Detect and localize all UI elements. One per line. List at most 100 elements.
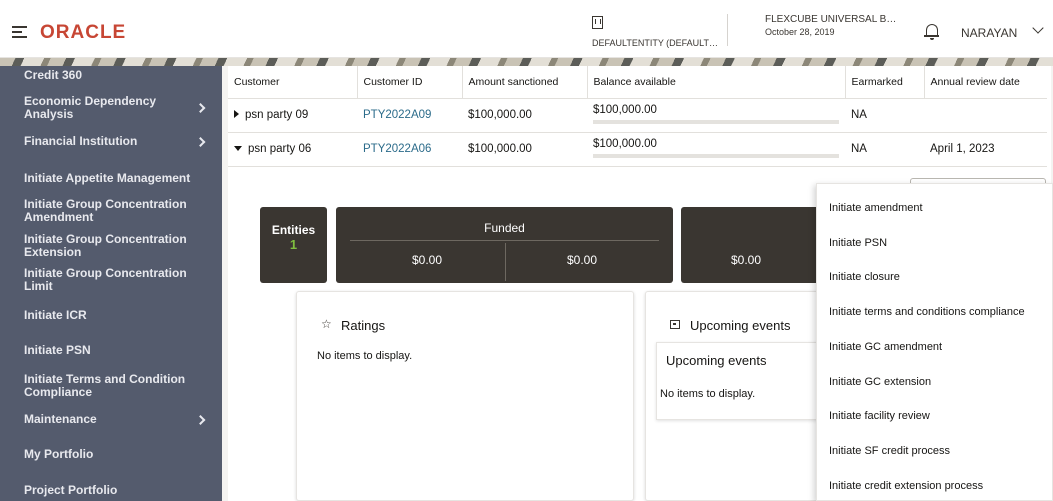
caret-right-icon[interactable]	[234, 110, 239, 118]
balance-bar	[593, 119, 839, 124]
menu-item-initiate-tc-compliance[interactable]: Initiate terms and conditions compliance	[829, 306, 1025, 318]
review-date-cell	[924, 98, 1047, 133]
sidebar-item-label: My Portfolio	[24, 447, 94, 461]
table-row[interactable]: psn party 09 PTY2022A09 $100,000.00 $100…	[228, 98, 1047, 133]
balance-value: $100,000.00	[593, 103, 657, 116]
column-header[interactable]: Customer	[228, 66, 358, 99]
menu-item-initiate-closure[interactable]: Initiate closure	[829, 271, 900, 283]
hamburger-icon[interactable]	[12, 26, 27, 38]
menu-item-initiate-sf-credit[interactable]: Initiate SF credit process	[829, 445, 950, 457]
earmarked-cell: NA	[845, 132, 924, 167]
balance-cell: $100,000.00	[587, 132, 845, 167]
funded-separator	[505, 243, 506, 281]
column-header[interactable]: Earmarked	[845, 66, 925, 99]
sidebar-item-label: Initiate ICR	[24, 308, 87, 322]
sidebar-item-label: Initiate Terms and Condition Compliance	[24, 372, 186, 399]
table-header-row: Customer Customer ID Amount sanctioned B…	[228, 66, 1047, 99]
sidebar-item-label: Financial Institution	[24, 134, 138, 148]
sidebar-item-credit-360[interactable]: Credit 360	[24, 69, 202, 82]
review-date-cell: April 1, 2023	[924, 132, 1047, 167]
app-name[interactable]: FLEXCUBE UNIVERSAL B…	[765, 14, 896, 25]
sidebar-item-maintenance[interactable]: Maintenance	[24, 412, 206, 426]
user-menu[interactable]: NARAYAN	[961, 26, 1017, 40]
header-divider	[727, 14, 728, 46]
sidebar-item-label: Initiate Group Concentration Limit	[24, 266, 187, 293]
table-row[interactable]: psn party 06 PTY2022A06 $100,000.00 $100…	[228, 132, 1047, 167]
app-date: October 28, 2019	[765, 27, 835, 37]
events-title: Upcoming events	[690, 318, 791, 333]
sidebar-item-label: Maintenance	[24, 412, 97, 426]
column-header[interactable]: Balance available	[587, 66, 846, 99]
actions-menu: Initiate amendment Initiate PSN Initiate…	[816, 183, 1053, 501]
ratings-panel: ☆ Ratings No items to display.	[296, 291, 634, 501]
balance-value: $100,000.00	[593, 137, 657, 150]
earmarked-cell: NA	[845, 98, 924, 133]
entity-selector[interactable]: DEFAULTENTITY (DEFAULT…	[592, 12, 720, 50]
amount-cell: $100,000.00	[462, 132, 587, 167]
amount-cell: $100,000.00	[462, 98, 587, 133]
sidebar-item-icr[interactable]: Initiate ICR	[24, 309, 202, 322]
funded-label: Funded	[484, 221, 525, 235]
chevron-down-icon[interactable]	[1032, 22, 1044, 34]
sidebar-item-appetite[interactable]: Initiate Appetite Management	[24, 172, 202, 185]
customer-name: psn party 06	[248, 143, 312, 155]
events-empty-text: No items to display.	[660, 388, 756, 400]
customer-id-cell[interactable]: PTY2022A06	[357, 132, 462, 167]
sidebar-item-my-portfolio[interactable]: My Portfolio	[24, 448, 202, 461]
column-header[interactable]: Annual review date	[924, 66, 1047, 99]
ratings-title: Ratings	[341, 318, 386, 333]
menu-item-initiate-facility-review[interactable]: Initiate facility review	[829, 410, 930, 422]
column-header[interactable]: Amount sanctioned	[462, 66, 588, 99]
star-icon: ☆	[321, 317, 332, 331]
sidebar-item-gc-extension[interactable]: Initiate Group Concentration Extension	[24, 233, 202, 259]
menu-item-initiate-gc-extension[interactable]: Initiate GC extension	[829, 376, 931, 388]
entity-label: DEFAULTENTITY (DEFAULT…	[592, 38, 719, 48]
customer-id-link[interactable]: PTY2022A06	[363, 143, 431, 155]
app-header: ORACLE DEFAULTENTITY (DEFAULT… FLEXCUBE …	[0, 0, 1053, 58]
sidebar-item-label: Initiate Appetite Management	[24, 171, 191, 185]
menu-item-initiate-credit-extension[interactable]: Initiate credit extension process	[829, 480, 983, 492]
menu-item-initiate-gc-amendment[interactable]: Initiate GC amendment	[829, 341, 942, 353]
balance-bar	[593, 153, 839, 158]
decorative-band	[0, 58, 1053, 66]
events-subpanel: Upcoming events No items to display.	[656, 342, 826, 420]
entities-value: 1	[289, 237, 298, 252]
sidebar-item-label: Initiate PSN	[24, 343, 91, 357]
sidebar-item-psn[interactable]: Initiate PSN	[24, 344, 202, 357]
funded-value: $0.00	[567, 253, 598, 267]
customer-cell[interactable]: psn party 06	[228, 132, 357, 167]
calendar-icon	[670, 320, 680, 329]
summary-tile: $0.00	[681, 207, 831, 283]
bell-icon[interactable]	[924, 24, 939, 40]
menu-item-initiate-psn[interactable]: Initiate PSN	[829, 237, 887, 249]
customer-id-cell[interactable]: PTY2022A09	[357, 98, 462, 133]
customer-cell[interactable]: psn party 09	[228, 98, 357, 133]
sidebar: Credit 360 Economic Dependency Analysis …	[0, 66, 222, 501]
building-icon	[592, 16, 603, 29]
customer-table: Customer Customer ID Amount sanctioned B…	[228, 66, 1047, 167]
funded-tile: Funded $0.00 $0.00	[336, 207, 673, 283]
sidebar-item-project-portfolio[interactable]: Project Portfolio	[24, 484, 202, 497]
chevron-right-icon	[195, 414, 206, 425]
ratings-empty-text: No items to display.	[317, 350, 413, 362]
column-header[interactable]: Customer ID	[357, 66, 463, 99]
sidebar-item-label: Initiate Group Concentration Amendment	[24, 197, 187, 224]
summary-value: $0.00	[731, 253, 762, 267]
sidebar-item-label: Credit 360	[24, 68, 83, 82]
customer-name: psn party 09	[245, 109, 309, 121]
customer-table-card: Customer Customer ID Amount sanctioned B…	[228, 66, 1051, 171]
sidebar-item-economic-dependency[interactable]: Economic Dependency Analysis	[24, 95, 206, 121]
chevron-right-icon	[195, 136, 206, 147]
entities-label: Entities	[271, 223, 316, 237]
sidebar-item-gc-limit[interactable]: Initiate Group Concentration Limit	[24, 267, 202, 293]
sidebar-item-gc-amendment[interactable]: Initiate Group Concentration Amendment	[24, 198, 202, 224]
sidebar-item-label: Initiate Group Concentration Extension	[24, 232, 187, 259]
chevron-right-icon	[195, 103, 206, 113]
sidebar-item-financial-institution[interactable]: Financial Institution	[24, 134, 206, 148]
events-subtitle: Upcoming events	[666, 353, 767, 368]
sidebar-item-tc-compliance[interactable]: Initiate Terms and Condition Compliance	[24, 373, 202, 399]
menu-item-initiate-amendment[interactable]: Initiate amendment	[829, 202, 923, 214]
caret-down-icon[interactable]	[234, 146, 242, 151]
customer-id-link[interactable]: PTY2022A09	[363, 109, 431, 121]
funded-divider	[350, 240, 659, 241]
